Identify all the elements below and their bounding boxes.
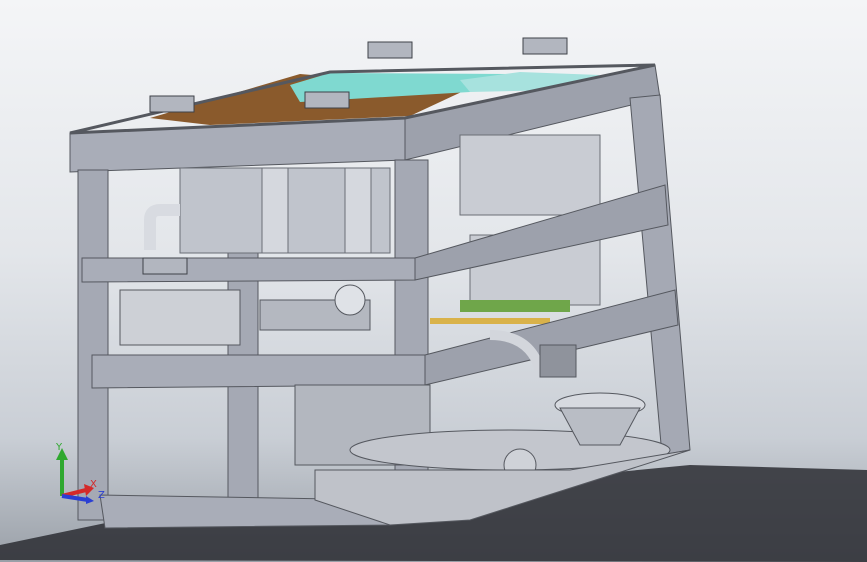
triad-z-arrow-icon <box>61 494 94 504</box>
graphics-viewport[interactable]: Y X Z <box>0 0 867 562</box>
triad-y-arrow-icon <box>56 448 68 496</box>
orientation-triad: Y X Z <box>55 442 105 504</box>
drawer-box <box>119 289 241 346</box>
motor-cylinder <box>334 284 366 316</box>
hinge-5 <box>142 257 188 275</box>
upper-block-1 <box>261 167 289 254</box>
pipe-elbow <box>144 204 180 250</box>
gold-strip <box>430 318 550 324</box>
upper-block-2 <box>344 167 372 254</box>
middle-frame-front <box>81 257 416 283</box>
green-board <box>460 300 570 312</box>
hinge-2 <box>304 91 350 109</box>
upper-tall-block <box>459 134 601 216</box>
triad-z-label: Z <box>98 490 105 501</box>
hinge-1 <box>149 95 195 113</box>
threaded-coupling <box>539 344 577 378</box>
3d-model-view[interactable] <box>0 0 867 562</box>
hinge-3 <box>367 41 413 59</box>
hinge-4 <box>522 37 568 55</box>
lower-frame-front <box>91 354 426 389</box>
triad-x-label: X <box>90 479 97 490</box>
triad-y-label: Y <box>55 442 63 453</box>
